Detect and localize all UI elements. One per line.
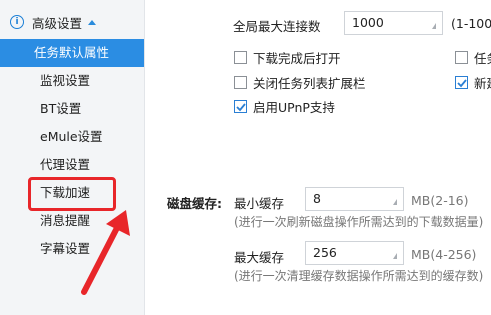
sidebar-item-proxy[interactable]: 代理设置 xyxy=(0,151,144,179)
enable-upnp-checkbox[interactable]: 启用UPnP支持 xyxy=(234,97,335,116)
sidebar-item-emule[interactable]: eMule设置 xyxy=(0,123,144,151)
checkbox-label: 关闭任务列表扩展栏 xyxy=(253,76,366,91)
max-connections-value: 1000 xyxy=(352,15,384,30)
spin-arrow-icon[interactable] xyxy=(393,199,397,205)
max-connections-label: 全局最大连接数 xyxy=(233,19,321,34)
checkbox-icon xyxy=(234,76,247,89)
task-checkbox[interactable]: 任务 xyxy=(455,48,491,67)
sidebar-item-monitor[interactable]: 监视设置 xyxy=(0,67,144,95)
sidebar-item-label: BT设置 xyxy=(40,101,82,116)
sidebar-item-label: eMule设置 xyxy=(40,129,103,144)
min-cache-hint: (进行一次刷新磁盘操作所需达到的下载数据量) xyxy=(234,215,484,229)
highlight-box xyxy=(28,177,116,211)
sidebar-item-label: 代理设置 xyxy=(40,157,91,172)
sidebar-item-label: 监视设置 xyxy=(40,73,91,88)
checkbox-label: 新建 xyxy=(474,76,491,91)
min-cache-input[interactable]: 8 xyxy=(305,187,404,211)
collapse-triangle-icon[interactable] xyxy=(88,19,97,25)
section-title: 高级设置 xyxy=(32,15,83,31)
max-cache-label: 最大缓存 xyxy=(234,250,285,265)
min-cache-value: 8 xyxy=(313,191,321,206)
checkbox-label: 任务 xyxy=(474,51,491,66)
spin-arrow-icon[interactable] xyxy=(393,253,397,259)
spin-arrow-icon[interactable] xyxy=(432,23,436,29)
max-cache-hint: (进行一次清理缓存数据操作所需达到的缓存数) xyxy=(234,269,484,283)
settings-panel: 全局最大连接数 1000 (1-1000) 下载完成后打开 任务 关闭任务列表扩… xyxy=(145,0,491,315)
sidebar-item-task-defaults[interactable]: 任务默认属性 xyxy=(0,39,144,67)
new-checkbox[interactable]: 新建 xyxy=(455,73,491,92)
min-cache-range: MB(2-16) xyxy=(411,193,469,208)
min-cache-label: 最小缓存 xyxy=(234,196,285,211)
max-connections-input[interactable]: 1000 xyxy=(344,11,443,35)
annotation-arrow-icon xyxy=(81,210,130,295)
open-after-download-checkbox[interactable]: 下载完成后打开 xyxy=(234,48,341,67)
checkbox-checked-icon xyxy=(234,100,247,113)
max-cache-value: 256 xyxy=(313,245,337,260)
advanced-settings-header[interactable]: i 高级设置 xyxy=(10,12,97,32)
checkbox-icon xyxy=(234,51,247,64)
max-cache-input[interactable]: 256 xyxy=(305,241,404,265)
close-task-list-extension-checkbox[interactable]: 关闭任务列表扩展栏 xyxy=(234,73,366,92)
disk-cache-label: 磁盘缓存: xyxy=(167,196,222,211)
checkbox-checked-icon xyxy=(455,76,468,89)
checkbox-label: 启用UPnP支持 xyxy=(253,100,335,115)
sidebar-item-bt[interactable]: BT设置 xyxy=(0,95,144,123)
info-icon: i xyxy=(10,15,24,29)
max-connections-range: (1-1000) xyxy=(451,16,491,31)
max-cache-range: MB(4-256) xyxy=(411,247,477,262)
checkbox-icon xyxy=(455,51,468,64)
sidebar-item-label: 任务默认属性 xyxy=(34,45,110,60)
checkbox-label: 下载完成后打开 xyxy=(253,51,341,66)
